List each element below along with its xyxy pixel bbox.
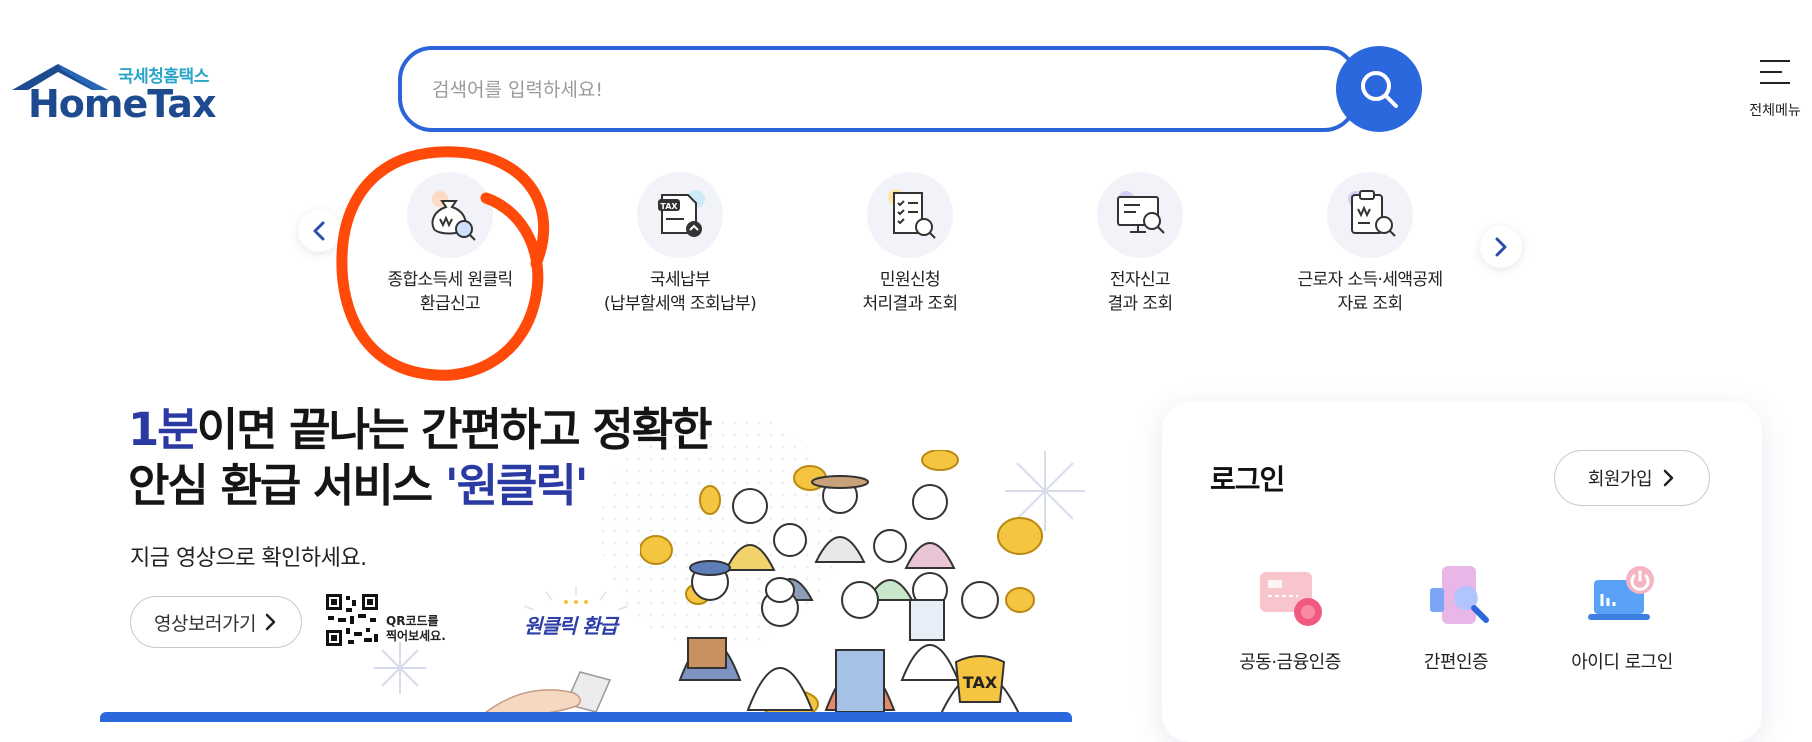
- tax-bag-text: TAX: [963, 673, 998, 692]
- chevron-right-icon: [265, 613, 276, 631]
- quick-menu-item-national-tax-payment[interactable]: TAX 국세납부 (납부할세액 조회납부): [580, 172, 780, 316]
- quick-menu-label: 전자신고 결과 조회: [1040, 268, 1240, 316]
- headline-line2-text: 안심 환급 서비스: [128, 459, 445, 512]
- quick-menu-label-line2: (납부할세액 조회납부): [603, 294, 757, 314]
- red-circle-annotation: [336, 146, 550, 381]
- quick-menu-label-line2: 자료 조회: [1337, 294, 1404, 314]
- quick-menu-label-line1: 국세납부: [649, 270, 711, 290]
- id-login-icon: [1588, 566, 1654, 620]
- logo-title: HomeTax: [28, 82, 216, 126]
- banner-subtext: 지금 영상으로 확인하세요.: [130, 546, 367, 571]
- quick-menu-icon-wrap: [1327, 172, 1413, 258]
- chevron-right-icon: [1663, 469, 1674, 487]
- banner-headline-line2: 안심 환급 서비스 '원클릭': [128, 458, 711, 514]
- tax-document-upload-icon: TAX: [658, 190, 705, 237]
- headline-highlight: 1분: [128, 403, 199, 456]
- quick-menu-label: 민원신청 처리결과 조회: [810, 268, 1010, 316]
- id-login-label: 아이디 로그인: [1571, 652, 1673, 673]
- hamburger-icon: [1760, 60, 1790, 84]
- watch-video-button[interactable]: 영상보러가기: [130, 596, 302, 648]
- quick-menu-item-civil-petition-result[interactable]: 민원신청 처리결과 조회: [810, 172, 1010, 316]
- clipboard-search-icon: [1348, 190, 1396, 237]
- quick-menu-icon-wrap: [1097, 172, 1183, 258]
- chevron-right-icon: [1495, 237, 1507, 257]
- simple-auth-login[interactable]: 간편인증: [1376, 562, 1536, 674]
- search-input[interactable]: [430, 68, 1314, 112]
- joint-financial-cert-label: 공동·금융인증: [1239, 652, 1341, 673]
- quick-menu-label-line1: 민원신청: [879, 270, 941, 290]
- banner-bottom-bar: [100, 712, 1072, 722]
- people-celebrating-illustration: TAX: [640, 450, 1043, 717]
- login-panel: 로그인 회원가입 공동·금융인증 간편인증 아이디 로그인: [1162, 402, 1762, 742]
- quick-menu-label: 근로자 소득·세액공제 자료 조회: [1270, 268, 1470, 316]
- sparkle-decoration-icon: [374, 642, 426, 694]
- quick-menu-label-line2: 결과 조회: [1107, 294, 1174, 314]
- checklist-search-icon: [888, 189, 936, 239]
- quick-menu-label-line1: 근로자 소득·세액공제: [1297, 270, 1444, 290]
- id-login[interactable]: 아이디 로그인: [1542, 562, 1702, 674]
- quick-menu-label: 국세납부 (납부할세액 조회납부): [580, 268, 780, 316]
- simple-auth-label: 간편인증: [1423, 652, 1489, 673]
- banner-headline-line1: 1분이면 끝나는 간편하고 정확한: [128, 402, 713, 458]
- oneclick-refund-label: 원클릭 환급: [524, 614, 618, 638]
- signup-button[interactable]: 회원가입: [1554, 450, 1710, 506]
- tax-chip-text: TAX: [660, 202, 678, 211]
- simple-auth-icon: [1430, 566, 1489, 624]
- certificate-icon: [1260, 572, 1322, 626]
- joint-financial-cert-login[interactable]: 공동·금융인증: [1210, 562, 1370, 674]
- all-menu-label: 전체메뉴: [1749, 103, 1801, 119]
- headline-line1-text: 이면 끝나는 간편하고 정확한: [196, 403, 713, 456]
- qr-note-line1: QR코드를: [386, 614, 439, 628]
- quick-menu-item-worker-deduction-data[interactable]: 근로자 소득·세액공제 자료 조회: [1270, 172, 1470, 316]
- search-box: [398, 46, 1358, 132]
- quick-menu-label-line2: 처리결과 조회: [862, 294, 958, 314]
- chevron-left-icon: [313, 221, 325, 241]
- qr-note-line2: 찍어보세요.: [386, 629, 446, 643]
- hometax-logo[interactable]: 국세청홈택스 HomeTax: [10, 56, 216, 126]
- quick-menu-next-button[interactable]: [1480, 226, 1522, 268]
- quick-menu-icon-wrap: [867, 172, 953, 258]
- signup-label: 회원가입: [1587, 469, 1653, 490]
- search-icon: [1361, 71, 1398, 108]
- quick-menu-icon-wrap: TAX: [637, 172, 723, 258]
- banner-headline: 1분이면 끝나는 간편하고 정확한 안심 환급 서비스 '원클릭': [128, 402, 713, 514]
- monitor-search-icon: [1117, 191, 1165, 234]
- qr-code-note: QR코드를 찍어보세요.: [386, 614, 446, 644]
- login-title: 로그인: [1210, 463, 1285, 496]
- headline-oneclick-highlight: '원클릭': [444, 459, 589, 512]
- quick-menu-item-e-filing-result[interactable]: 전자신고 결과 조회: [1040, 172, 1240, 316]
- qr-code-image: [324, 592, 380, 648]
- all-menu-button[interactable]: 전체메뉴: [1740, 58, 1810, 128]
- search-button[interactable]: [1336, 46, 1422, 132]
- watch-video-label: 영상보러가기: [154, 612, 256, 635]
- hand-pressing-button-illustration: [480, 671, 612, 717]
- quick-menu-label-line1: 전자신고: [1109, 270, 1171, 290]
